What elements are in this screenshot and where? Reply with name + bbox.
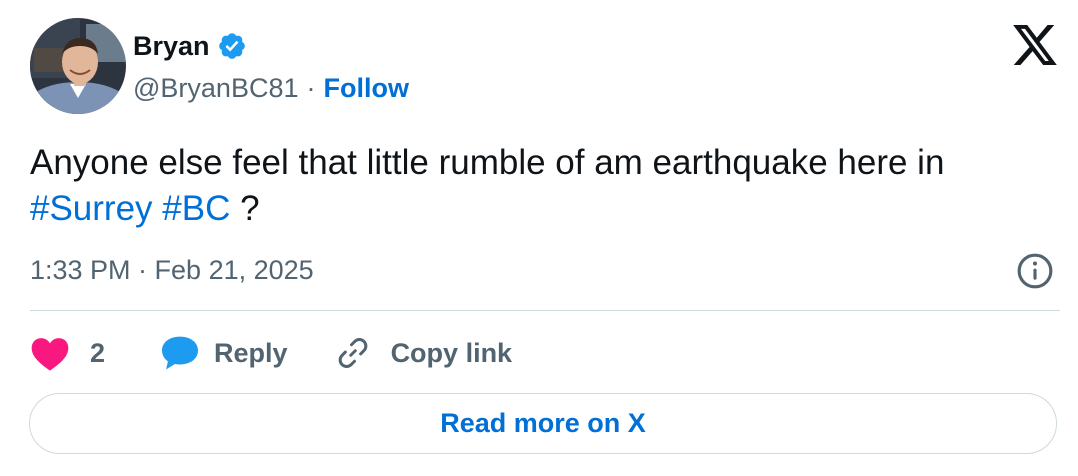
tweet-text: Anyone else feel that little rumble of a…: [30, 140, 1060, 232]
author-handle-row: @BryanBC81 · Follow: [133, 70, 409, 106]
like-count: 2: [90, 337, 106, 368]
verified-badge-icon: [218, 33, 245, 59]
hashtag-bc[interactable]: #BC: [162, 189, 230, 228]
author-handle[interactable]: @BryanBC81: [133, 73, 298, 104]
tweet-end: ?: [240, 189, 260, 228]
speech-bubble-icon: [162, 336, 199, 370]
separator-dot: ·: [306, 72, 316, 103]
read-more-button[interactable]: Read more on X: [29, 393, 1057, 454]
copy-link-button[interactable]: Copy link: [335, 335, 513, 371]
heart-icon: [31, 338, 69, 371]
like-button[interactable]: 2: [30, 334, 105, 372]
author-name[interactable]: Bryan: [133, 31, 210, 62]
reply-button[interactable]: Reply: [160, 335, 288, 371]
link-icon: [338, 338, 367, 368]
profile-photo: [30, 18, 126, 114]
x-logo-icon[interactable]: [1012, 25, 1058, 65]
follow-button[interactable]: Follow: [323, 73, 408, 104]
author-name-row: Bryan: [133, 28, 247, 64]
divider: [30, 310, 1060, 311]
embedded-tweet-card: Bryan @BryanBC81 · Follow Anyone else fe…: [0, 0, 1078, 476]
tweet-body: Anyone else feel that little rumble of a…: [30, 143, 945, 182]
tweet-timestamp[interactable]: 1:33 PM · Feb 21, 2025: [30, 252, 314, 288]
reply-label: Reply: [214, 337, 288, 368]
copy-link-label: Copy link: [390, 337, 513, 368]
hashtag-surrey[interactable]: #Surrey: [30, 189, 153, 228]
info-icon[interactable]: [1016, 252, 1054, 290]
tweet-actions: 2 Reply Copy link: [30, 332, 512, 374]
avatar[interactable]: [30, 18, 126, 114]
